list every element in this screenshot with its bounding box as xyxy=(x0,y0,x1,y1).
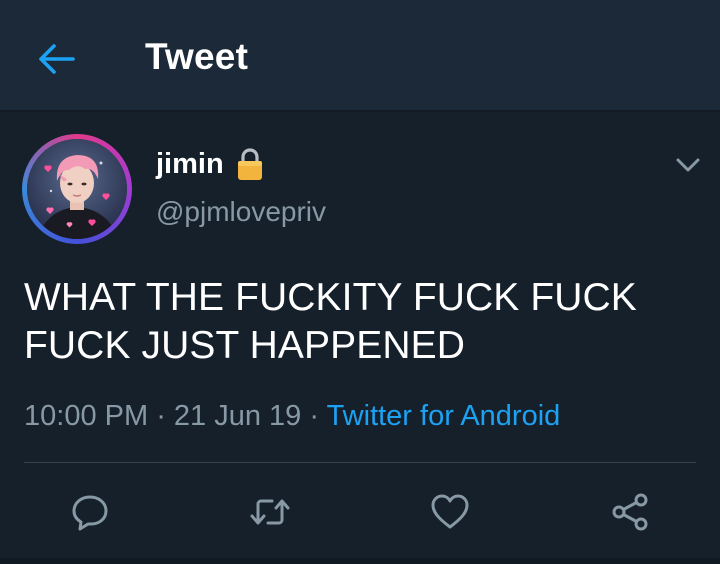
divider xyxy=(24,462,696,463)
section-divider xyxy=(0,558,720,564)
tweet-source-link[interactable]: Twitter for Android xyxy=(327,400,561,432)
page-title: Tweet xyxy=(145,36,249,77)
tweet-actions xyxy=(0,486,720,538)
arrow-left-icon xyxy=(39,44,75,74)
tweet-date: 21 Jun 19 xyxy=(173,400,302,432)
author-name-row: jimin xyxy=(156,146,266,182)
meta-separator: · xyxy=(301,400,327,432)
tweet-detail: jimin @pjmlovepriv WHAT THE FUCKITY FUCK… xyxy=(0,112,720,564)
tweet-text: WHAT THE FUCKITY FUCK FUCK FUCK JUST HAP… xyxy=(24,274,704,370)
meta-separator: · xyxy=(148,400,174,432)
tweet-meta: 10:00 PM · 21 Jun 19 · Twitter for Andro… xyxy=(24,400,560,433)
chevron-down-icon[interactable] xyxy=(668,150,708,180)
top-app-bar: Tweet xyxy=(0,0,720,112)
author-handle[interactable]: @pjmlovepriv xyxy=(156,196,326,228)
like-button[interactable] xyxy=(428,490,472,534)
tweet-text-line: WHAT THE FUCKITY FUCK FUCK xyxy=(24,276,637,319)
retweet-icon xyxy=(250,499,290,525)
avatar-image xyxy=(27,139,127,239)
tweet-text-line: FUCK JUST HAPPENED xyxy=(24,324,465,367)
avatar[interactable] xyxy=(22,134,132,244)
reply-icon xyxy=(72,495,108,531)
reply-button[interactable] xyxy=(68,490,112,534)
retweet-button[interactable] xyxy=(248,490,292,534)
share-icon xyxy=(612,493,648,531)
share-button[interactable] xyxy=(608,490,652,534)
tweet-time: 10:00 PM xyxy=(24,400,149,432)
back-button[interactable] xyxy=(28,34,84,84)
lock-icon xyxy=(237,148,262,180)
author-display-name[interactable]: jimin xyxy=(156,148,224,181)
like-icon xyxy=(431,494,469,529)
